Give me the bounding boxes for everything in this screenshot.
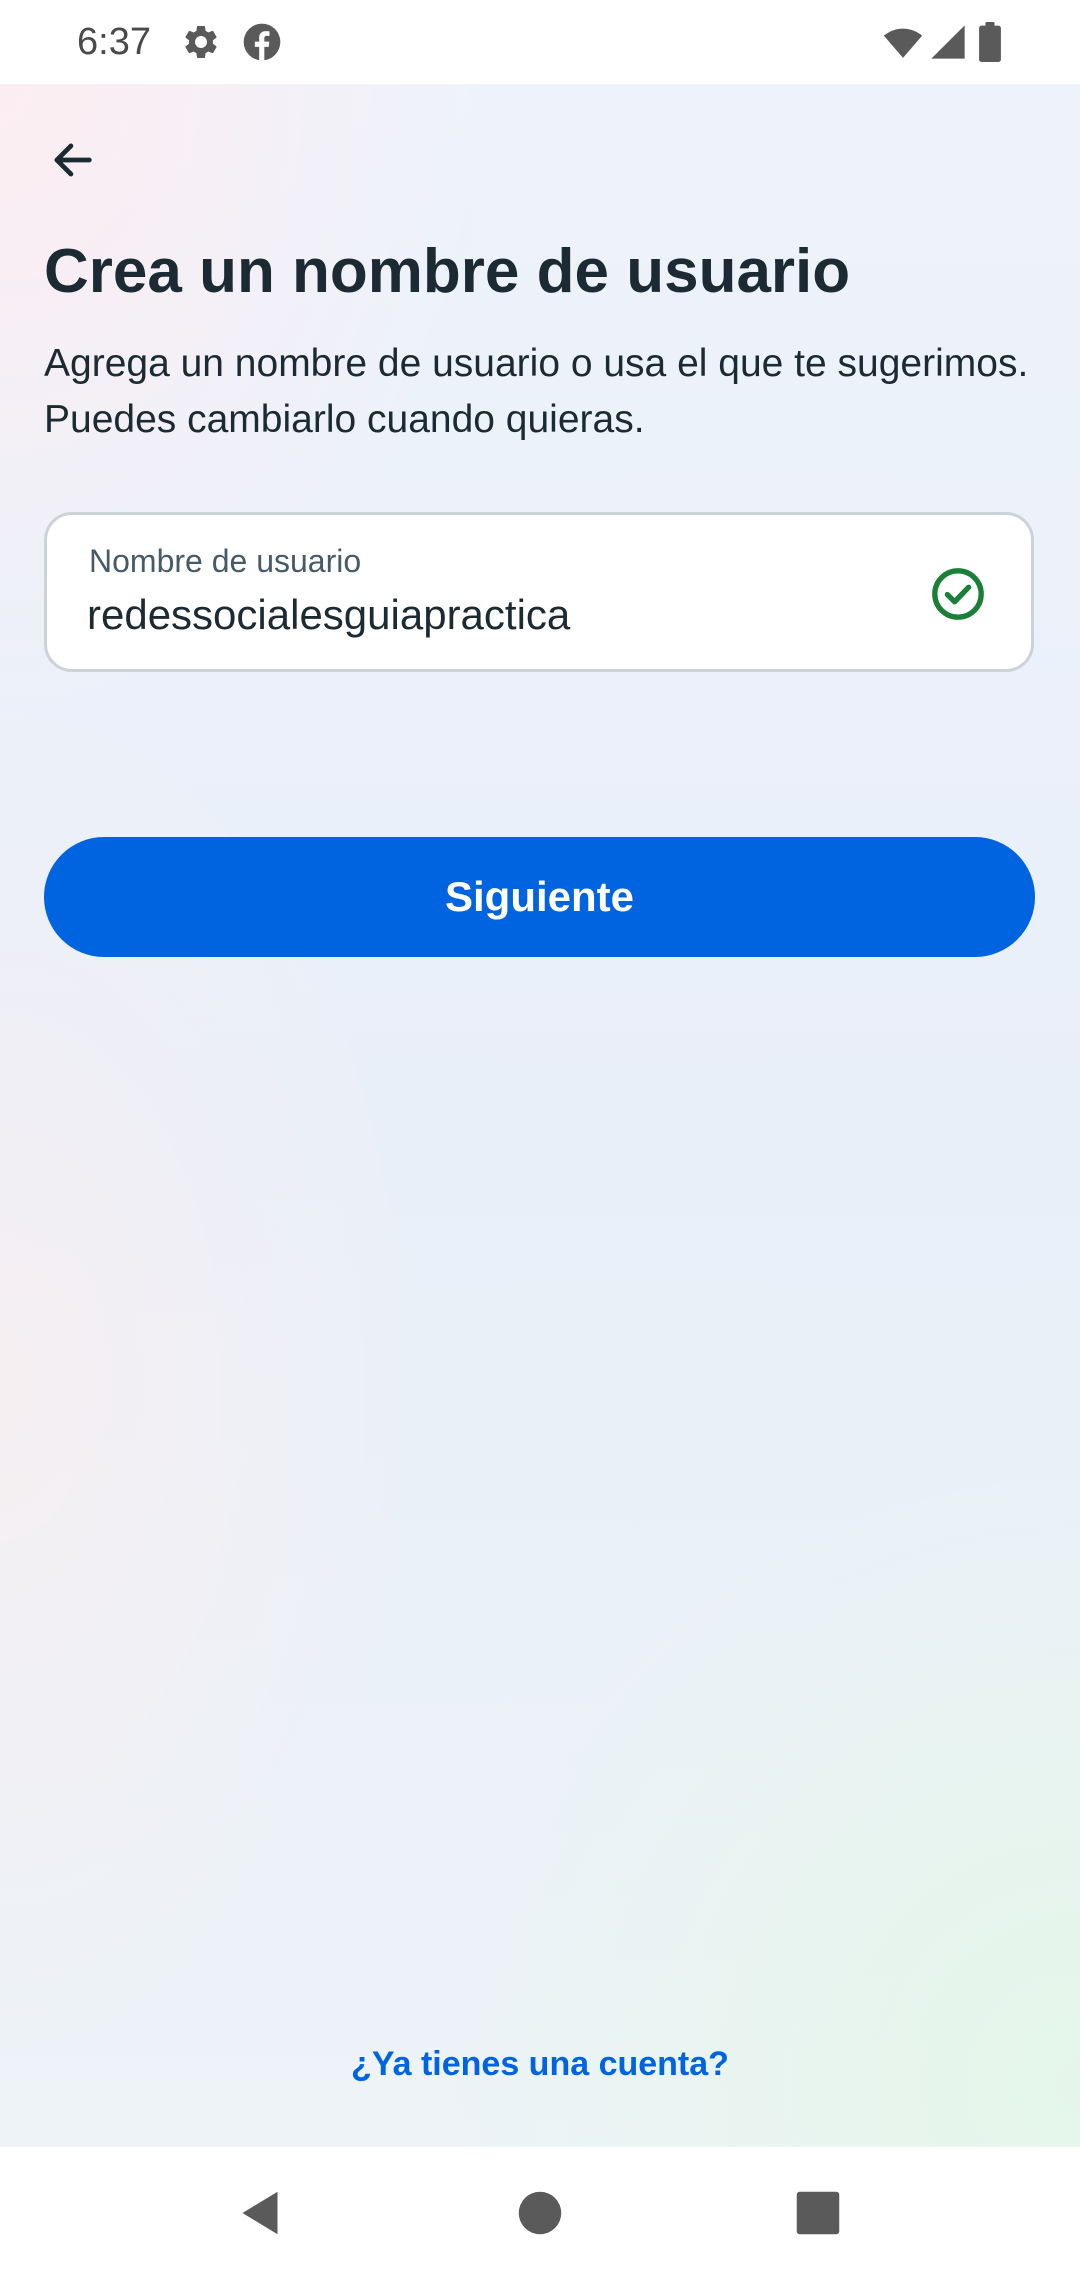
- gear-icon: [181, 22, 221, 62]
- check-circle-icon: [929, 565, 987, 623]
- page-subtitle: Agrega un nombre de usuario o usa el que…: [44, 342, 1029, 441]
- recents-square-icon[interactable]: [788, 2183, 848, 2243]
- wifi-icon: [882, 22, 924, 62]
- system-nav-bar: [0, 2147, 1080, 2280]
- page-title: Crea un nombre de usuario: [44, 237, 851, 306]
- status-time: 6:37: [77, 21, 151, 63]
- status-bar: 6:37: [0, 0, 1080, 84]
- arrow-left-icon: [54, 143, 92, 177]
- already-have-account-link[interactable]: ¿Ya tienes una cuenta?: [0, 2042, 1080, 2086]
- battery-icon: [976, 22, 1004, 62]
- signal-icon: [928, 22, 968, 62]
- home-circle-icon[interactable]: [510, 2183, 570, 2243]
- username-field[interactable]: Nombre de usuario: [44, 512, 1034, 672]
- username-field-label: Nombre de usuario: [89, 543, 362, 579]
- back-button[interactable]: [36, 124, 108, 196]
- back-triangle-icon[interactable]: [230, 2183, 290, 2243]
- username-input[interactable]: [87, 587, 887, 643]
- facebook-icon: [242, 22, 282, 62]
- main-content: Crea un nombre de usuario Agrega un nomb…: [0, 84, 1080, 2147]
- next-button[interactable]: Siguiente: [44, 837, 1035, 957]
